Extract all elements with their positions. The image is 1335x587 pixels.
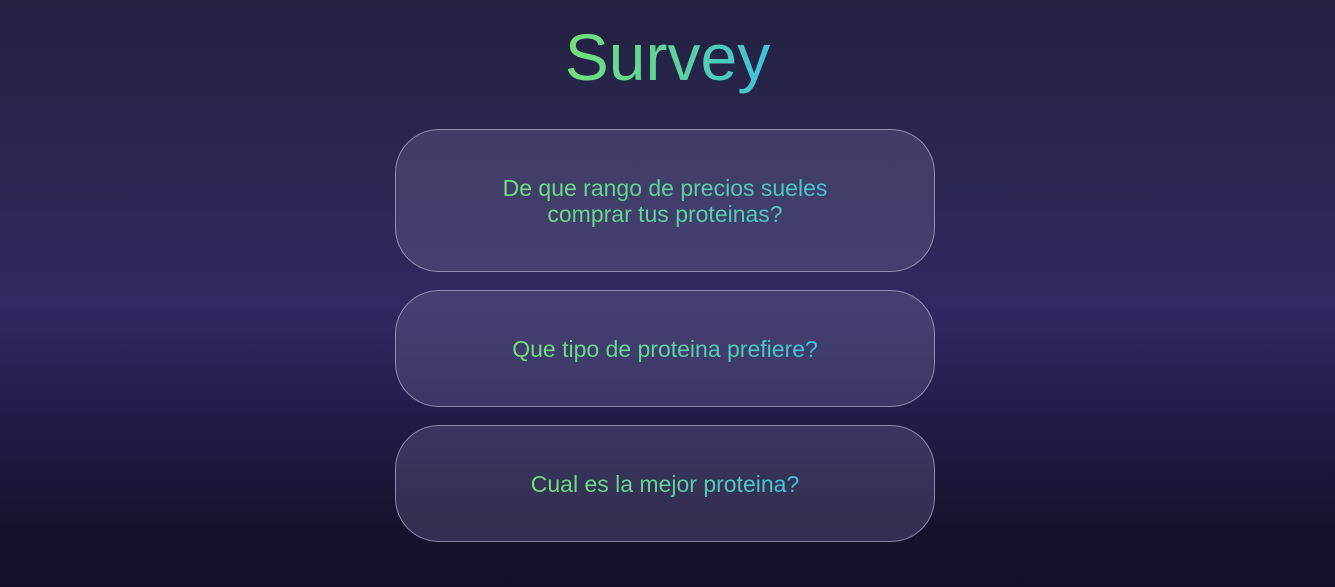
question-card-best-protein[interactable]: Cual es la mejor proteina? xyxy=(395,425,935,542)
question-card-protein-type[interactable]: Que tipo de proteina prefiere? xyxy=(395,290,935,407)
page-title-text: Survey xyxy=(564,20,771,94)
question-text: Cual es la mejor proteina? xyxy=(530,470,800,497)
page-title: Survey xyxy=(0,20,1335,94)
question-text: Que tipo de proteina prefiere? xyxy=(512,335,818,362)
question-card-price-range[interactable]: De que rango de precios sueles comprar t… xyxy=(395,129,935,272)
question-text: De que rango de precios sueles comprar t… xyxy=(475,175,855,227)
